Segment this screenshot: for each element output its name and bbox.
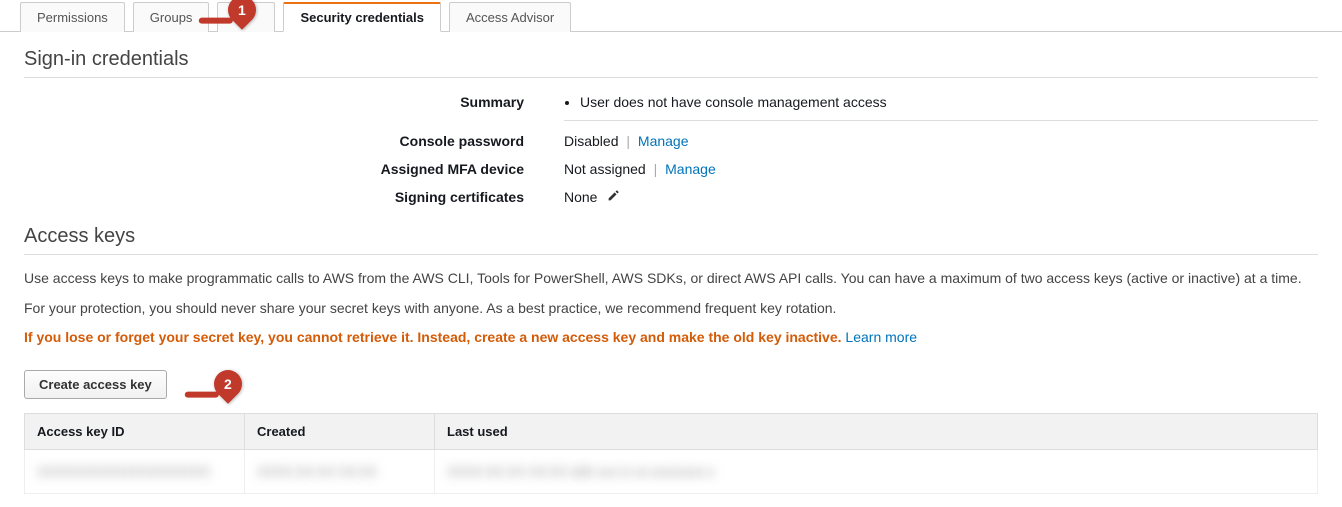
callout-2: 2 [208,364,248,404]
cell-access-key-id: XXXXXXXXXXXXXXXXXXXX [25,449,245,493]
signin-credentials-grid: Summary User does not have console manag… [24,92,1318,205]
tab-access-advisor[interactable]: Access Advisor [449,2,571,32]
mfa-value: Not assigned | Manage [564,159,1318,177]
tab-permissions[interactable]: Permissions [20,2,125,32]
summary-label: Summary [24,92,564,110]
console-password-value: Disabled | Manage [564,131,1318,149]
access-keys-title: Access keys [24,225,1318,255]
signing-cert-label: Signing certificates [24,187,564,205]
access-keys-desc-1: Use access keys to make programmatic cal… [24,269,1318,289]
table-row[interactable]: XXXXXXXXXXXXXXXXXXXX XXXX-XX-XX XX:XX XX… [25,449,1318,493]
pencil-icon[interactable] [607,189,620,205]
console-password-status: Disabled [564,133,618,149]
access-keys-table: Access key ID Created Last used XXXXXXXX… [24,413,1318,494]
create-access-key-button[interactable]: Create access key [24,370,167,399]
col-created[interactable]: Created [245,413,435,449]
learn-more-link[interactable]: Learn more [845,329,917,345]
tab-groups[interactable]: Groups [133,2,210,32]
access-keys-warning-text: If you lose or forget your secret key, y… [24,329,842,345]
cell-last-used: XXXX-XX-XX XX:XX with xxx in xx-xxxxxxxx… [435,449,1318,493]
mfa-status: Not assigned [564,161,646,177]
tab-content: Sign-in credentials Summary User does no… [0,32,1342,494]
summary-value: User does not have console management ac… [564,92,1318,121]
col-last-used[interactable]: Last used [435,413,1318,449]
signin-credentials-title: Sign-in credentials [24,48,1318,78]
signing-cert-status: None [564,189,597,205]
access-keys-desc-2: For your protection, you should never sh… [24,299,1318,319]
signing-cert-value: None [564,187,1318,205]
console-password-label: Console password [24,131,564,149]
access-keys-warning: If you lose or forget your secret key, y… [24,328,1318,348]
mfa-manage-link[interactable]: Manage [665,161,716,177]
console-password-manage-link[interactable]: Manage [638,133,689,149]
col-access-key-id[interactable]: Access key ID [25,413,245,449]
summary-item: User does not have console management ac… [580,94,1318,110]
mfa-label: Assigned MFA device [24,159,564,177]
tabs-bar: Permissions Groups T Security credential… [0,0,1342,32]
tab-security-credentials[interactable]: Security credentials [283,2,441,32]
cell-created: XXXX-XX-XX XX:XX [245,449,435,493]
